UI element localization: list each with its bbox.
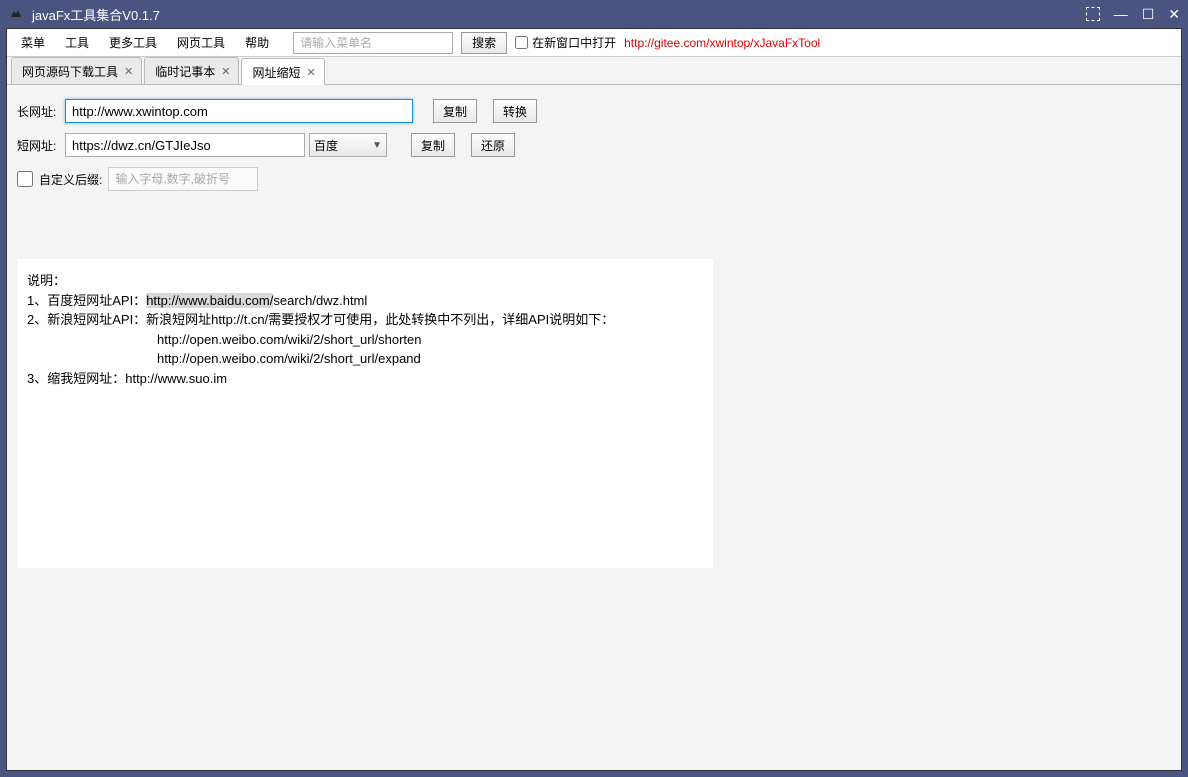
suffix-input[interactable] xyxy=(108,167,258,191)
close-icon[interactable]: ✕ xyxy=(124,65,133,78)
long-url-input[interactable] xyxy=(65,99,413,123)
info-header: 说明： xyxy=(27,271,703,291)
info-line-1: 1、百度短网址API：http://www.baidu.com/search/d… xyxy=(27,291,703,311)
info-panel: 说明： 1、百度短网址API：http://www.baidu.com/sear… xyxy=(17,259,713,568)
suffix-checkbox[interactable] xyxy=(17,171,33,187)
info-line-2b: http://open.weibo.com/wiki/2/short_url/e… xyxy=(27,349,703,369)
tab-webpage-source[interactable]: 网页源码下载工具 ✕ xyxy=(11,57,142,84)
tool-body: 长网址: 复制 转换 短网址: 百度 ▼ 复制 还原 自定义后缀: 说明： 1、… xyxy=(7,85,1181,582)
app-icon xyxy=(8,6,24,22)
tab-notepad[interactable]: 临时记事本 ✕ xyxy=(144,57,239,84)
fullscreen-icon[interactable] xyxy=(1086,7,1100,21)
new-window-checkbox-wrap[interactable]: 在新窗口中打开 xyxy=(515,34,616,51)
short-url-input[interactable] xyxy=(65,133,305,157)
long-url-row: 长网址: 复制 转换 xyxy=(17,99,1171,123)
highlighted-url[interactable]: http://www.baidu.com/ xyxy=(146,293,273,308)
minimize-icon[interactable]: — xyxy=(1114,6,1128,22)
tabs: 网页源码下载工具 ✕ 临时记事本 ✕ 网址缩短 ✕ xyxy=(7,57,1181,85)
restore-button[interactable]: 还原 xyxy=(471,133,515,157)
long-url-label: 长网址: xyxy=(17,103,65,120)
chevron-down-icon: ▼ xyxy=(372,140,382,151)
copy-button-2[interactable]: 复制 xyxy=(411,133,455,157)
menu-search-input[interactable] xyxy=(293,32,453,54)
tab-label: 网址缩短 xyxy=(252,64,300,81)
window-title: javaFx工具集合V0.1.7 xyxy=(32,5,1086,24)
new-window-checkbox[interactable] xyxy=(515,36,528,49)
close-icon[interactable]: ✕ xyxy=(1168,6,1180,23)
menu-item-help[interactable]: 帮助 xyxy=(235,30,279,55)
menu-item-more-tools[interactable]: 更多工具 xyxy=(99,30,167,55)
tab-url-shorten[interactable]: 网址缩短 ✕ xyxy=(241,58,324,85)
close-icon[interactable]: ✕ xyxy=(221,65,230,78)
menu-item-tools[interactable]: 工具 xyxy=(55,30,99,55)
close-icon[interactable]: ✕ xyxy=(306,66,315,79)
copy-button[interactable]: 复制 xyxy=(433,99,477,123)
tab-label: 网页源码下载工具 xyxy=(22,63,118,80)
titlebar: javaFx工具集合V0.1.7 — ☐ ✕ xyxy=(0,0,1188,28)
tab-label: 临时记事本 xyxy=(155,63,215,80)
suffix-label: 自定义后缀: xyxy=(39,171,102,188)
provider-value: 百度 xyxy=(314,137,338,154)
menu-item-menu[interactable]: 菜单 xyxy=(11,30,55,55)
short-url-label: 短网址: xyxy=(17,137,65,154)
project-link[interactable]: http://gitee.com/xwintop/xJavaFxTool xyxy=(624,36,820,50)
window-controls: — ☐ ✕ xyxy=(1086,6,1180,23)
info-line-2a: http://open.weibo.com/wiki/2/short_url/s… xyxy=(27,330,703,350)
provider-combo[interactable]: 百度 ▼ xyxy=(309,133,387,157)
menu-item-web-tools[interactable]: 网页工具 xyxy=(167,30,235,55)
info-line-3: 3、缩我短网址：http://www.suo.im xyxy=(27,369,703,389)
new-window-label: 在新窗口中打开 xyxy=(532,34,616,51)
menubar: 菜单 工具 更多工具 网页工具 帮助 搜索 在新窗口中打开 http://git… xyxy=(7,29,1181,57)
maximize-icon[interactable]: ☐ xyxy=(1142,6,1155,23)
search-button[interactable]: 搜索 xyxy=(461,32,507,54)
content-area: 菜单 工具 更多工具 网页工具 帮助 搜索 在新窗口中打开 http://git… xyxy=(6,28,1182,771)
short-url-row: 短网址: 百度 ▼ 复制 还原 xyxy=(17,133,1171,157)
suffix-row: 自定义后缀: xyxy=(17,167,1171,191)
convert-button[interactable]: 转换 xyxy=(493,99,537,123)
info-line-2: 2、新浪短网址API：新浪短网址http://t.cn/需要授权才可使用，此处转… xyxy=(27,310,703,330)
